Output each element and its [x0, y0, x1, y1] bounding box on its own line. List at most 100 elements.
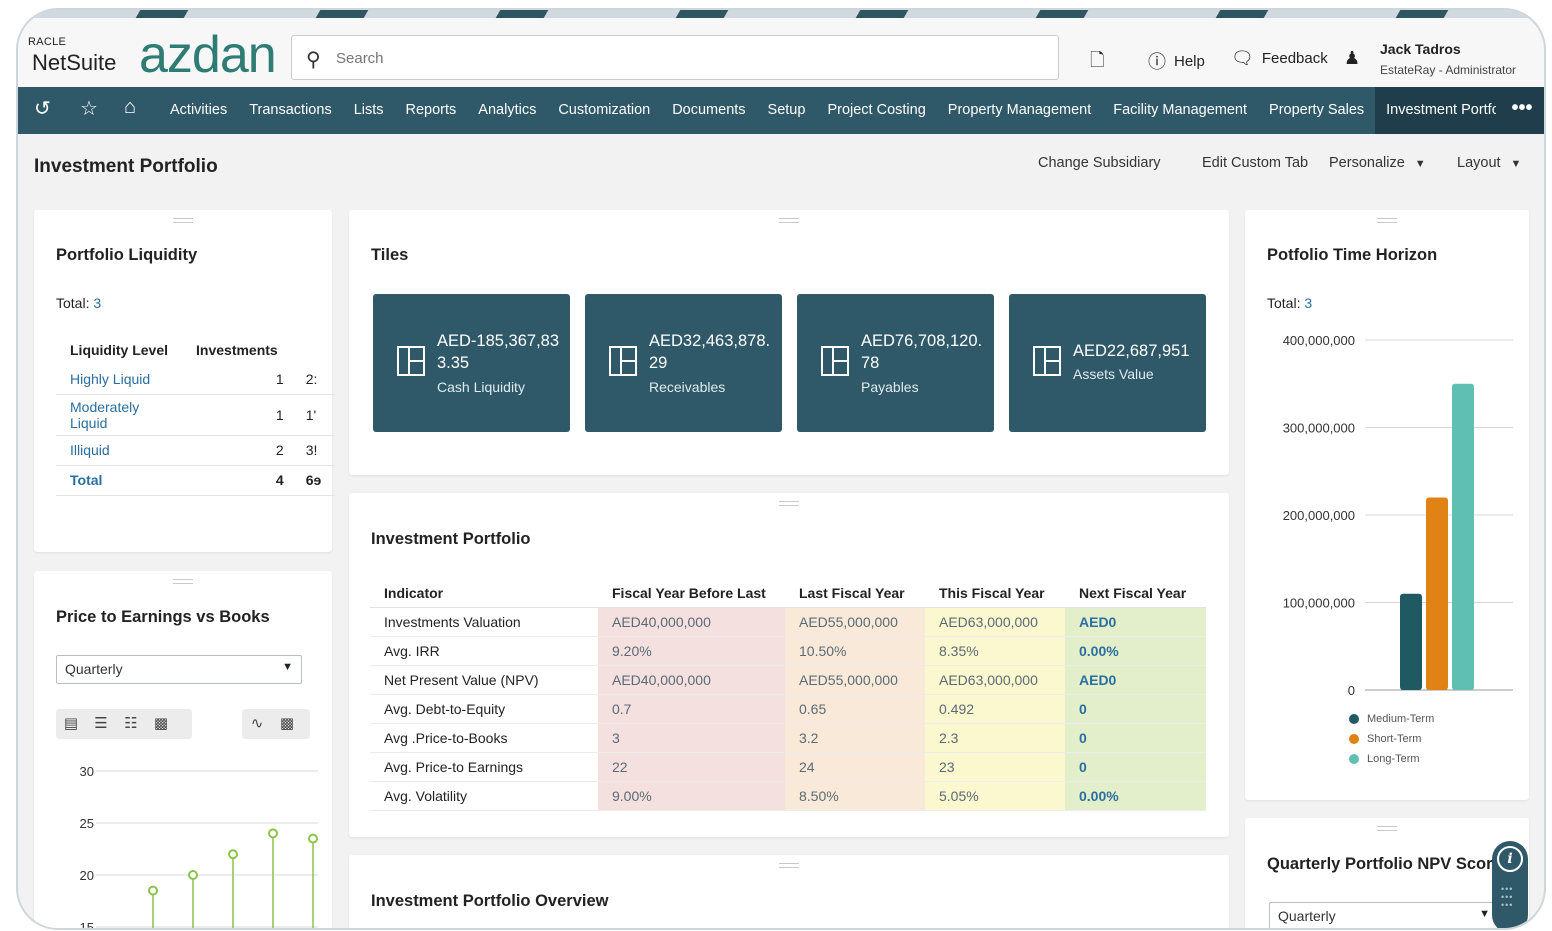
legend-item[interactable]: Medium-Term — [1349, 713, 1434, 725]
nav-item-setup[interactable]: Setup — [757, 87, 817, 134]
column-chart-icon[interactable]: ▩ — [146, 709, 176, 739]
drag-handle[interactable] — [173, 218, 193, 223]
portlet-title: Investment Portfolio — [371, 530, 531, 548]
indicator-cell: Avg. Price-to Earnings — [370, 752, 598, 782]
netsuite-logo[interactable]: NetSuite — [32, 50, 116, 76]
legend-item[interactable]: Long-Term — [1349, 753, 1420, 765]
tile-icon — [397, 346, 425, 376]
y-tick-label: 300,000,000 — [1283, 421, 1355, 436]
period-select[interactable]: Quarterly ▼ — [56, 655, 302, 684]
data-point[interactable] — [148, 885, 158, 896]
npv-scorecard-portlet: Quarterly Portfolio NPV Scorec Quarterly… — [1245, 818, 1529, 928]
tile-icon — [821, 346, 849, 376]
last-fiscal-year-cell: 0.65 — [785, 694, 925, 724]
y-tick-label: 20 — [80, 868, 94, 883]
last-fiscal-year-cell: 24 — [785, 752, 925, 782]
liquidity-level-link[interactable]: Moderately Liquid — [56, 394, 183, 436]
pe-vs-books-portlet: Price to Earnings vs Books Quarterly ▼ ▤… — [34, 571, 332, 928]
portlet-title: Investment Portfolio Overview — [371, 892, 609, 910]
column-header[interactable]: Liquidity Level — [56, 336, 182, 364]
fiscal-year-before-last-cell: 9.00% — [598, 781, 785, 811]
total-value[interactable]: 3 — [1304, 295, 1312, 311]
global-search[interactable]: ⚲ — [291, 35, 1059, 80]
nav-item-customization[interactable]: Customization — [547, 87, 661, 134]
bar-short-term[interactable] — [1426, 497, 1448, 691]
nav-item-property-sales[interactable]: Property Sales — [1258, 87, 1375, 134]
drag-handle[interactable] — [173, 579, 193, 584]
tile-receivables[interactable]: AED32,463,878.29 Receivables — [585, 294, 782, 432]
period-select[interactable]: Quarterly ▼ — [1269, 902, 1499, 928]
tile-assets-value[interactable]: AED22,687,951 Assets Value — [1009, 294, 1206, 432]
user-name[interactable]: Jack Tadros — [1380, 41, 1461, 57]
bar-medium-term[interactable] — [1400, 593, 1422, 690]
data-point[interactable] — [308, 833, 318, 844]
tile-value: AED-185,367,833.35 — [437, 332, 560, 372]
data-point[interactable] — [188, 870, 198, 880]
personalize-label: Personalize — [1329, 155, 1405, 171]
fiscal-year-before-last-cell: AED40,000,000 — [598, 665, 785, 695]
drag-handle[interactable] — [1377, 218, 1397, 223]
column-header: Indicator — [370, 579, 598, 608]
bar-long-term[interactable] — [1452, 383, 1474, 690]
table-row: Avg. Price-to Earnings 22 24 23 0 — [370, 752, 1206, 782]
grouped-bar-chart-icon[interactable]: ☰ — [86, 709, 116, 739]
change-subsidiary-link[interactable]: Change Subsidiary — [1038, 155, 1161, 171]
drag-handle[interactable] — [779, 501, 799, 506]
tile-label: Payables — [861, 379, 919, 395]
total-count: Total: 3 — [1267, 295, 1312, 311]
stacked-bar-chart-icon[interactable]: ▤ — [56, 709, 86, 739]
liquidity-level-link[interactable]: Illiquid — [56, 435, 183, 466]
tile-value: AED76,708,120.78 — [861, 332, 983, 372]
more-menu-icon[interactable]: ••• — [1496, 87, 1544, 134]
nav-item-project-costing[interactable]: Project Costing — [816, 87, 936, 134]
personalize-menu[interactable]: Personalize ▼ — [1329, 155, 1426, 171]
nav-item-analytics[interactable]: Analytics — [467, 87, 547, 134]
nav-item-reports[interactable]: Reports — [395, 87, 468, 134]
feedback-button[interactable]: 🗨 Feedback — [1231, 48, 1328, 69]
combo-chart-icon[interactable]: ▩ — [272, 709, 302, 739]
edit-custom-tab-link[interactable]: Edit Custom Tab — [1202, 155, 1308, 171]
user-role[interactable]: EstateRay - Administrator — [1380, 63, 1516, 77]
home-icon[interactable]: ⌂ — [124, 96, 136, 119]
total-value[interactable]: 3 — [93, 295, 101, 311]
fiscal-year-before-last-cell: 3 — [598, 723, 785, 753]
assistant-button[interactable]: i ••• ••• ••• — [1492, 841, 1528, 928]
investment-indicators-table: Indicator Fiscal Year Before Last Last F… — [370, 579, 1206, 811]
liquidity-level-link[interactable]: Total — [56, 465, 183, 496]
pe-line-chart: 30 25 20 15 — [80, 764, 318, 928]
legend-item[interactable]: Short-Term — [1349, 733, 1421, 745]
line-chart-icon[interactable]: ∿ — [242, 709, 272, 739]
last-fiscal-year-cell: 10.50% — [785, 636, 925, 666]
nav-item-transactions[interactable]: Transactions — [238, 87, 342, 134]
investments-count: 1 — [182, 394, 292, 436]
feedback-label: Feedback — [1261, 50, 1328, 67]
drag-handle[interactable] — [1377, 826, 1397, 831]
user-menu-icon[interactable]: ♟ — [1344, 48, 1360, 69]
tile-value: AED32,463,878.29 — [649, 332, 771, 372]
table-row: Investments Valuation AED40,000,000 AED55,… — [370, 607, 1206, 637]
nav-item-facility-management[interactable]: Facility Management — [1102, 87, 1258, 134]
column-header[interactable]: Investments — [182, 336, 292, 364]
nav-item-lists[interactable]: Lists — [343, 87, 395, 134]
search-input[interactable] — [336, 44, 1036, 72]
tile-payables[interactable]: AED76,708,120.78 Payables — [797, 294, 994, 432]
layout-menu[interactable]: Layout ▼ — [1457, 155, 1521, 171]
data-point[interactable] — [228, 849, 238, 860]
drag-handle[interactable] — [779, 218, 799, 223]
tile-cash-liquidity[interactable]: AED-185,367,833.35 Cash Liquidity — [373, 294, 570, 432]
y-tick-label: 200,000,000 — [1283, 508, 1355, 523]
horizontal-bar-chart-icon[interactable]: ☷ — [116, 709, 146, 739]
nav-item-property-management[interactable]: Property Management — [937, 87, 1102, 134]
drag-handle[interactable] — [779, 863, 799, 868]
last-fiscal-year-cell: AED55,000,000 — [785, 665, 925, 695]
star-icon[interactable]: ☆ — [80, 96, 98, 121]
history-icon[interactable]: ↺ — [34, 96, 51, 121]
data-point[interactable] — [268, 828, 278, 839]
azdan-logo[interactable]: azdan — [139, 26, 277, 84]
users-icon: ♟ — [1344, 48, 1361, 68]
help-button[interactable]: ⓘ Help — [1148, 48, 1205, 74]
liquidity-level-link[interactable]: Highly Liquid — [56, 364, 183, 395]
nav-item-documents[interactable]: Documents — [661, 87, 756, 134]
recent-records-button[interactable]: 🗋 — [1090, 48, 1104, 78]
nav-item-activities[interactable]: Activities — [159, 87, 238, 134]
